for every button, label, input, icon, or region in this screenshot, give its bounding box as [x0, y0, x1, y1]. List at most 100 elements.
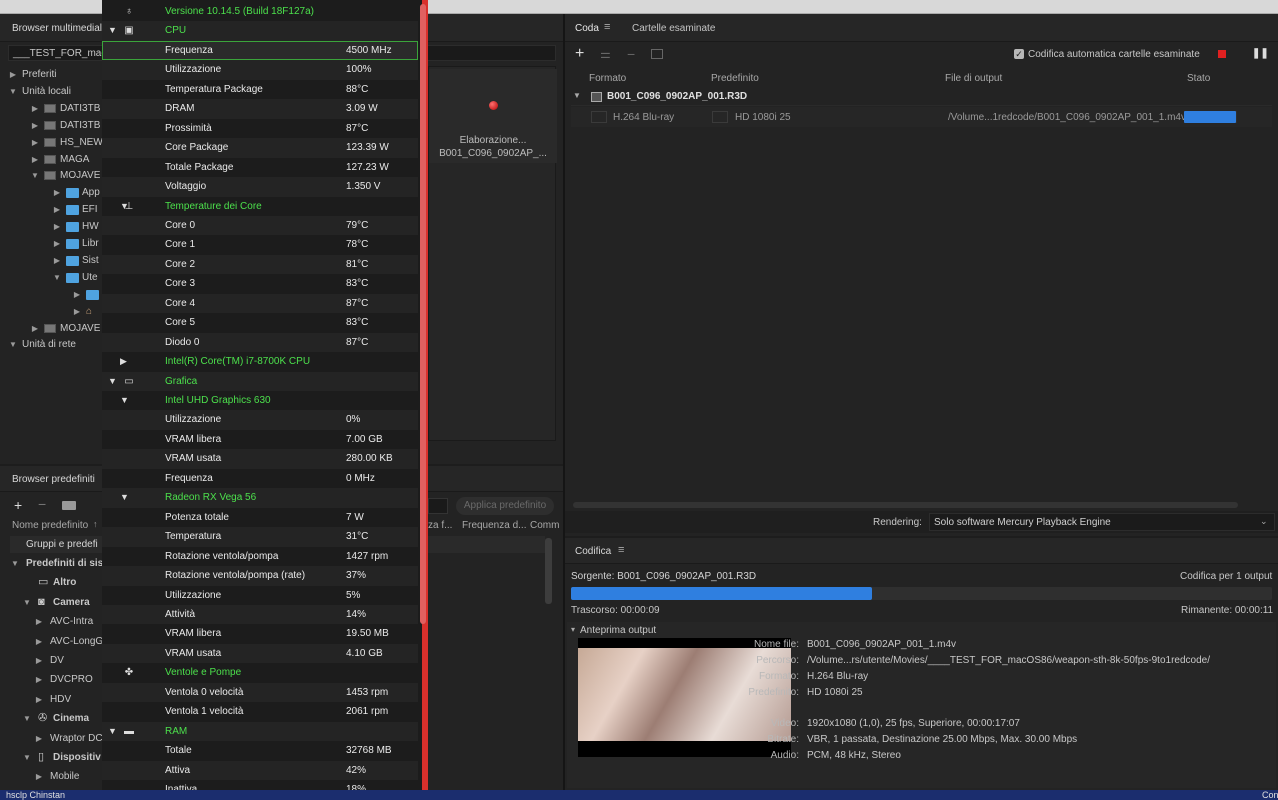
monitor-metric-row[interactable]: DRAM 3.09 W	[102, 99, 418, 119]
disclosure-arrow-icon[interactable]: ▼	[108, 372, 117, 392]
preset-dropdown-icon[interactable]	[712, 111, 728, 123]
monitor-metric-row[interactable]: Prossimità 87°C	[102, 119, 418, 139]
monitor-metric-row[interactable]: Rotazione ventola/pompa 1427 rpm	[102, 547, 418, 567]
column-format[interactable]: Formato	[589, 73, 626, 84]
preview-section-label[interactable]: Anteprima output	[580, 625, 656, 636]
monitor-section-row[interactable]: ▶ Intel(R) Core(TM) i7-8700K CPU	[102, 352, 418, 372]
preset-tree-item[interactable]: ▼ ◙ Camera	[0, 594, 102, 611]
disclosure-arrow-icon[interactable]: ▶	[120, 352, 127, 372]
preview-tile[interactable]: Elaborazione... B001_C096_0902AP_...	[429, 69, 557, 163]
tree-item[interactable]: ▶ HW	[0, 218, 102, 235]
disclosure-arrow-icon[interactable]: ▼	[52, 269, 62, 286]
monitor-section-row[interactable]: ▼ ▭ Grafica	[102, 371, 418, 392]
disclosure-arrow-icon[interactable]: ▼	[30, 167, 40, 184]
disclosure-arrow-icon[interactable]: ▼	[108, 722, 117, 742]
preset-tree-item[interactable]: ▶ AVC-LongG	[0, 633, 103, 650]
disclosure-arrow-icon[interactable]: ▼	[120, 488, 129, 508]
column-preset[interactable]: Predefinito	[711, 73, 759, 84]
monitor-metric-row[interactable]: Core 1 78°C	[102, 235, 418, 255]
monitor-metric-row[interactable]: Attiva 42%	[102, 760, 418, 781]
monitor-section-row[interactable]: ▼ ▣ CPU	[102, 21, 418, 41]
monitor-metric-row[interactable]: Core 5 83°C	[102, 313, 418, 333]
stop-button[interactable]	[1218, 50, 1226, 58]
disclosure-arrow-icon[interactable]: ▶	[34, 691, 44, 708]
disclosure-arrow-icon[interactable]: ▶	[30, 100, 40, 117]
disclosure-arrow-icon[interactable]: ▶	[30, 134, 40, 151]
tree-item[interactable]: ▶ Libr	[0, 235, 102, 252]
add-preset-button[interactable]: +	[14, 498, 22, 512]
monitor-metric-row[interactable]: VRAM usata 280.00 KB	[102, 449, 418, 469]
add-source-button[interactable]: +	[575, 46, 584, 62]
disclosure-arrow-icon[interactable]: ▼	[108, 21, 117, 41]
preset-tree-item[interactable]: ▶ Mobile	[0, 768, 102, 785]
disclosure-arrow-icon[interactable]: ▶	[52, 252, 62, 269]
preview-collapse-arrow-icon[interactable]: ▾	[571, 625, 575, 634]
disclosure-arrow-icon[interactable]: ▶	[52, 184, 62, 201]
monitor-scrollbar[interactable]	[420, 4, 426, 624]
disclosure-arrow-icon[interactable]: ▼	[22, 749, 32, 766]
tree-item[interactable]: ▶ Preferiti	[0, 66, 102, 83]
monitor-section-row[interactable]: ▼ Intel UHD Graphics 630	[102, 391, 418, 411]
new-group-icon[interactable]	[62, 501, 76, 510]
tab-queue[interactable]: Coda	[575, 23, 599, 34]
tree-item[interactable]: ▼ Unità locali	[0, 83, 102, 100]
pause-button[interactable]: ❚❚	[1252, 48, 1269, 59]
preset-tree-item[interactable]: ▶ DV	[0, 652, 102, 669]
rendering-dropdown[interactable]: Solo software Mercury Playback Engine ⌄	[929, 513, 1275, 531]
tree-item[interactable]: ▶ HS_NEW	[0, 134, 103, 151]
monitor-metric-row[interactable]: Ventola 1 velocità 2061 rpm	[102, 702, 418, 722]
monitor-metric-row[interactable]: Frequenza 4500 MHz	[102, 40, 418, 61]
auto-encode-checkbox[interactable]: ✓	[1014, 49, 1024, 59]
monitor-metric-row[interactable]: Utilizzazione 0%	[102, 410, 418, 430]
monitor-section-row[interactable]: ▼ ▬ RAM	[102, 721, 418, 742]
tree-item[interactable]: ▶ App	[0, 184, 102, 201]
disclosure-arrow-icon[interactable]: ▶	[8, 66, 18, 83]
disclosure-arrow-icon[interactable]: ▶	[34, 613, 44, 630]
preset-tree-item[interactable]: ▶ Wraptor DC	[0, 730, 103, 747]
tree-item[interactable]: ▶ EFI	[0, 201, 102, 218]
remove-preset-button[interactable]: −	[38, 497, 46, 511]
preset-tree-item[interactable]: ▶ AVC-Intra	[0, 613, 102, 630]
disclosure-arrow-icon[interactable]: ▶	[72, 303, 82, 320]
column-frequency[interactable]: Frequenza d...	[462, 520, 526, 531]
tree-item[interactable]: ▼ Unità di rete	[0, 336, 102, 353]
output-preset[interactable]: HD 1080i 25	[735, 112, 791, 123]
disclosure-arrow-icon[interactable]: ▼	[22, 594, 32, 611]
disclosure-arrow-icon[interactable]: ▶	[52, 201, 62, 218]
output-format[interactable]: H.264 Blu-ray	[613, 112, 674, 123]
tab-watch-folders[interactable]: Cartelle esaminate	[632, 23, 715, 34]
queue-hscrollbar[interactable]	[573, 502, 1238, 508]
disclosure-arrow-icon[interactable]: ▶	[34, 671, 44, 688]
preset-tree-item[interactable]: ▼ ▯ Dispositiv	[0, 749, 102, 766]
preset-search-field[interactable]	[428, 498, 448, 514]
monitor-metric-row[interactable]: Core 0 79°C	[102, 215, 418, 236]
monitor-metric-row[interactable]: Temperatura 31°C	[102, 527, 418, 547]
monitor-metric-row[interactable]: Totale Package 127.23 W	[102, 158, 418, 178]
monitor-section-row[interactable]: ♁ Versione 10.14.5 (Build 18F127a)	[102, 2, 418, 22]
expand-arrow-icon[interactable]: ▼	[573, 91, 581, 100]
tree-item[interactable]: ▼ MOJAVE	[0, 167, 102, 184]
tree-item[interactable]: ▶ MAGA	[0, 151, 102, 168]
column-status[interactable]: Stato	[1187, 73, 1210, 84]
disclosure-arrow-icon[interactable]: ▶	[34, 652, 44, 669]
output-path[interactable]: /Volume...1redcode/B001_C096_0902AP_001_…	[948, 112, 1186, 123]
disclosure-arrow-icon[interactable]: ▶	[30, 117, 40, 134]
tree-item[interactable]: ▶ Sist	[0, 252, 102, 269]
tree-item[interactable]: ▶	[0, 286, 102, 303]
disclosure-arrow-icon[interactable]: ▶	[34, 633, 44, 650]
monitor-metric-row[interactable]: Attività 14%	[102, 604, 418, 625]
monitor-section-row[interactable]: ▼ Radeon RX Vega 56	[102, 488, 418, 508]
monitor-section-row[interactable]: ▼ ⊥ Temperature dei Core	[102, 197, 418, 217]
column-size[interactable]: za f...	[428, 520, 452, 531]
monitor-metric-row[interactable]: Diodo 0 87°C	[102, 332, 418, 353]
monitor-metric-row[interactable]: Totale 32768 MB	[102, 741, 418, 761]
tree-item[interactable]: ▶ DATI3TB	[0, 100, 102, 117]
tree-item[interactable]: ▶ MOJAVE	[0, 320, 102, 337]
preset-tree-item[interactable]: ▶ HDV	[0, 691, 102, 708]
column-output-file[interactable]: File di output	[945, 73, 1002, 84]
disclosure-arrow-icon[interactable]: ▼	[10, 555, 20, 572]
preset-settings-icon[interactable]: ⚌	[600, 47, 611, 61]
disclosure-arrow-icon[interactable]: ▶	[72, 286, 82, 303]
tree-item[interactable]: ▼ Ute	[0, 269, 102, 286]
monitor-metric-row[interactable]: VRAM libera 19.50 MB	[102, 624, 418, 644]
